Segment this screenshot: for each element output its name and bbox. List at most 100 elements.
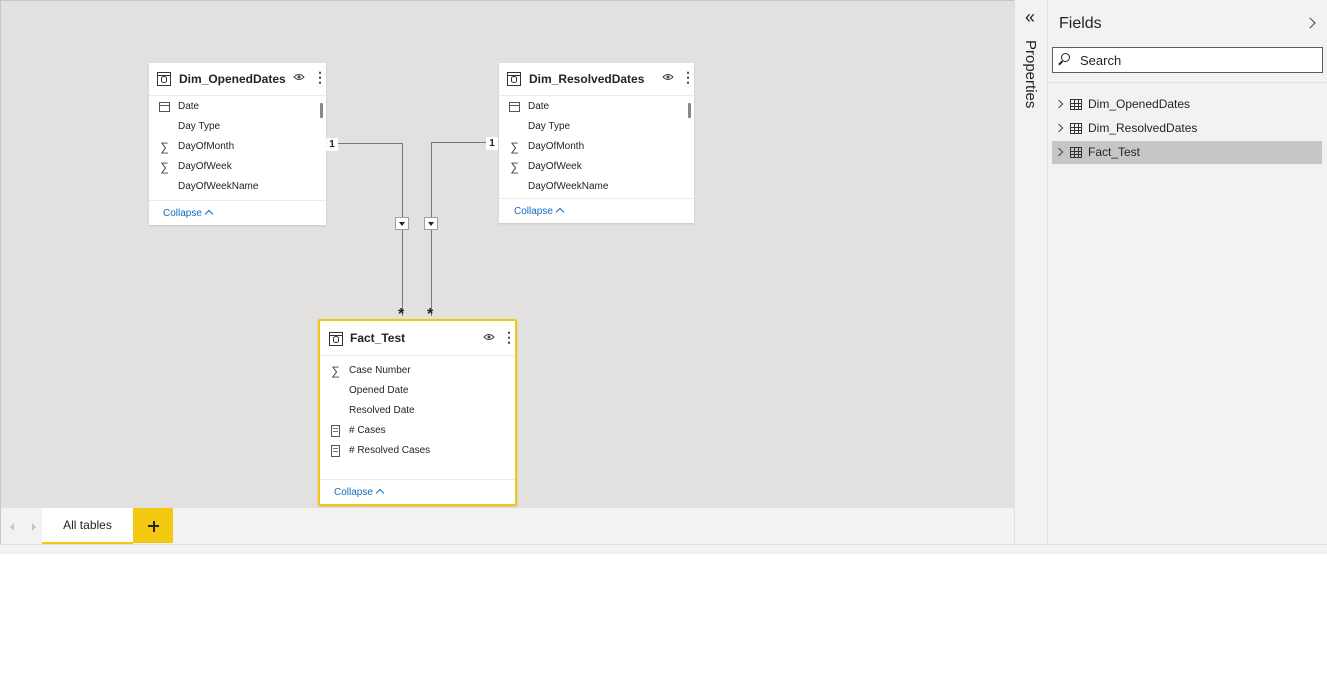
collapse-label: Collapse bbox=[334, 487, 373, 498]
more-options-icon[interactable]: ⋮ bbox=[313, 70, 327, 84]
table-icon bbox=[157, 72, 171, 86]
more-options-icon[interactable]: ⋮ bbox=[681, 70, 695, 84]
field-row[interactable]: Day Type bbox=[499, 117, 694, 137]
table-card-dim-resolveddates[interactable]: Dim_ResolvedDates ⋮ Date Day Type ∑ DayOf… bbox=[499, 63, 695, 223]
field-label: DayOfWeek bbox=[178, 161, 232, 172]
sigma-icon: ∑ bbox=[160, 140, 169, 154]
cardinality-one-label: 1 bbox=[326, 138, 338, 151]
collapse-label: Collapse bbox=[514, 206, 553, 217]
table-title: Dim_OpenedDates bbox=[179, 72, 286, 86]
relationship-line[interactable] bbox=[432, 142, 487, 143]
chevron-right-icon[interactable] bbox=[1054, 123, 1064, 133]
field-row[interactable]: ∑ DayOfMonth bbox=[149, 137, 326, 157]
field-label: # Resolved Cases bbox=[349, 445, 431, 456]
fields-pane: Fields Dim_OpenedDates Dim_ResolvedDates… bbox=[1048, 0, 1327, 544]
field-label: DayOfWeek bbox=[528, 161, 582, 172]
field-row[interactable]: Resolved Date bbox=[320, 401, 515, 421]
field-row[interactable]: ∑ DayOfWeek bbox=[149, 157, 326, 177]
eye-icon[interactable] bbox=[293, 73, 305, 81]
field-label: DayOfWeekName bbox=[528, 181, 609, 192]
chevron-up-icon bbox=[204, 209, 214, 219]
collapse-button[interactable]: Collapse bbox=[334, 487, 385, 498]
field-label: # Cases bbox=[349, 425, 386, 436]
field-list-item-label: Dim_ResolvedDates bbox=[1088, 121, 1198, 135]
table-card-fact-test[interactable]: Fact_Test ⋮ ∑ Case Number Opened Date Res… bbox=[318, 319, 517, 506]
field-label: DayOfMonth bbox=[528, 141, 585, 152]
field-list-item-label: Fact_Test bbox=[1088, 145, 1141, 159]
sigma-icon: ∑ bbox=[331, 364, 340, 378]
field-list-item-dim-openeddates[interactable]: Dim_OpenedDates bbox=[1052, 93, 1322, 116]
scrollbar[interactable] bbox=[320, 103, 323, 118]
chevron-right-icon[interactable] bbox=[1054, 147, 1064, 157]
field-label: Date bbox=[528, 101, 550, 112]
eye-icon[interactable] bbox=[662, 73, 674, 81]
properties-pane[interactable]: « Properties bbox=[1014, 0, 1048, 544]
field-row[interactable]: # Resolved Cases bbox=[320, 441, 515, 461]
table-icon bbox=[1070, 147, 1082, 158]
tab-all-tables[interactable]: All tables bbox=[42, 508, 133, 545]
sigma-icon: ∑ bbox=[510, 160, 519, 174]
field-row[interactable]: # Cases bbox=[320, 421, 515, 441]
field-row[interactable]: ∑ Case Number bbox=[320, 361, 515, 381]
filter-direction-icon[interactable] bbox=[424, 217, 438, 230]
properties-label[interactable]: Properties bbox=[1022, 40, 1039, 108]
model-canvas[interactable]: 1 1 * * Dim_OpenedDates ⋮ Date Day Type … bbox=[0, 0, 1014, 508]
fields-search[interactable] bbox=[1052, 47, 1323, 73]
table-icon bbox=[1070, 99, 1082, 110]
field-list: ∑ Case Number Opened Date Resolved Date #… bbox=[320, 361, 515, 461]
field-list: Date Day Type ∑ DayOfMonth ∑ DayOfWeek Day… bbox=[149, 97, 326, 201]
field-list-item-label: Dim_OpenedDates bbox=[1088, 97, 1191, 111]
table-icon bbox=[507, 72, 521, 86]
sigma-icon: ∑ bbox=[510, 140, 519, 154]
calculator-icon bbox=[331, 445, 340, 457]
status-bar bbox=[0, 544, 1327, 554]
add-layout-button[interactable] bbox=[133, 508, 173, 543]
search-icon bbox=[1061, 53, 1070, 62]
field-row[interactable]: Day Type bbox=[149, 117, 326, 137]
double-chevron-left-icon[interactable]: « bbox=[1025, 8, 1035, 26]
scrollbar[interactable] bbox=[688, 103, 691, 118]
relationship-line[interactable] bbox=[338, 143, 403, 144]
collapse-button[interactable]: Collapse bbox=[163, 208, 214, 219]
chevron-right-icon[interactable] bbox=[1054, 99, 1064, 109]
filter-direction-icon[interactable] bbox=[395, 217, 409, 230]
field-row[interactable]: Date bbox=[149, 97, 326, 117]
table-card-header[interactable]: Fact_Test ⋮ bbox=[320, 321, 516, 356]
table-card-header[interactable]: Dim_ResolvedDates ⋮ bbox=[499, 63, 695, 96]
field-label: Opened Date bbox=[349, 385, 409, 396]
cardinality-one-label: 1 bbox=[486, 137, 498, 150]
field-row[interactable]: DayOfWeekName bbox=[499, 177, 694, 197]
field-list-item-fact-test[interactable]: Fact_Test bbox=[1052, 141, 1322, 164]
chevron-up-icon bbox=[555, 207, 565, 217]
table-card-dim-openeddates[interactable]: Dim_OpenedDates ⋮ Date Day Type ∑ DayOfMo… bbox=[149, 63, 327, 225]
field-label: Day Type bbox=[178, 121, 221, 132]
table-icon bbox=[329, 332, 343, 346]
field-row[interactable]: ∑ DayOfMonth bbox=[499, 137, 694, 157]
calendar-icon bbox=[509, 102, 520, 112]
search-input[interactable] bbox=[1080, 51, 1310, 69]
table-title: Dim_ResolvedDates bbox=[529, 72, 645, 86]
chevron-right-icon[interactable] bbox=[1304, 17, 1316, 29]
calculator-icon bbox=[331, 425, 340, 437]
fields-title: Fields bbox=[1059, 15, 1102, 32]
scroll-left-icon[interactable] bbox=[10, 523, 14, 531]
field-row[interactable]: Opened Date bbox=[320, 381, 515, 401]
field-label: DayOfMonth bbox=[178, 141, 235, 152]
sigma-icon: ∑ bbox=[160, 160, 169, 174]
layout-tab-bar: All tables bbox=[0, 508, 1014, 545]
collapse-button[interactable]: Collapse bbox=[514, 206, 565, 217]
scroll-right-icon[interactable] bbox=[32, 523, 36, 531]
field-row[interactable]: DayOfWeekName bbox=[149, 177, 326, 197]
eye-icon[interactable] bbox=[483, 333, 495, 341]
field-label: Case Number bbox=[349, 365, 411, 376]
field-label: Day Type bbox=[528, 121, 571, 132]
field-row[interactable]: Date bbox=[499, 97, 694, 117]
field-list-item-dim-resolveddates[interactable]: Dim_ResolvedDates bbox=[1052, 117, 1322, 140]
field-label: Resolved Date bbox=[349, 405, 415, 416]
field-row[interactable]: ∑ DayOfWeek bbox=[499, 157, 694, 177]
calendar-icon bbox=[159, 102, 170, 112]
chevron-up-icon bbox=[375, 488, 385, 498]
more-options-icon[interactable]: ⋮ bbox=[502, 330, 516, 344]
table-card-header[interactable]: Dim_OpenedDates ⋮ bbox=[149, 63, 327, 96]
table-icon bbox=[1070, 123, 1082, 134]
